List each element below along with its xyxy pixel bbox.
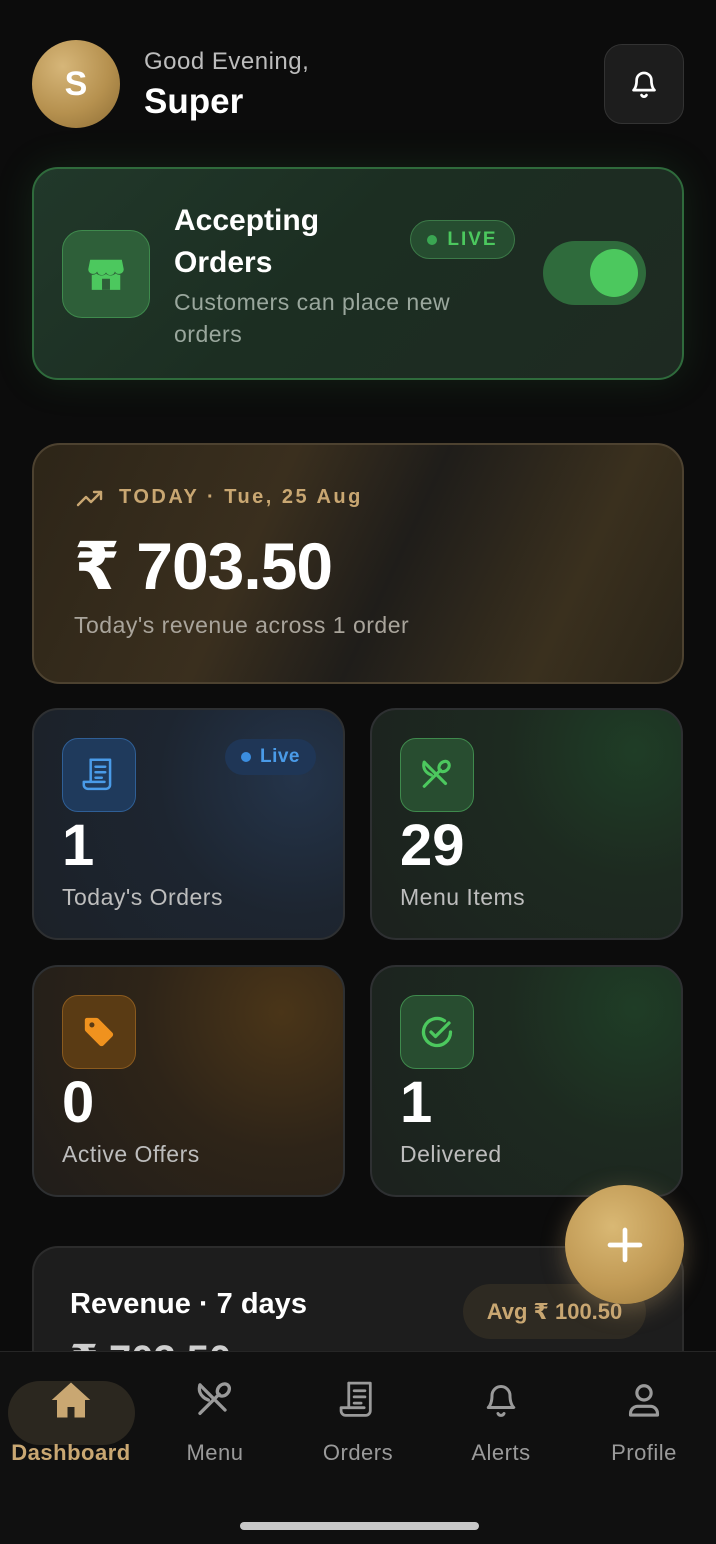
toggle-knob — [590, 249, 638, 297]
nav-item-orders[interactable]: Orders — [293, 1380, 423, 1466]
today-date-label: TODAY · Tue, 25 Aug — [119, 486, 363, 508]
bell-icon — [486, 1385, 516, 1417]
home-indicator — [240, 1522, 479, 1530]
avatar[interactable]: S — [32, 40, 120, 128]
menu-icon-container — [400, 738, 474, 812]
todays-orders-value: 1 — [62, 813, 95, 878]
nav-item-dashboard[interactable]: Dashboard — [6, 1380, 136, 1466]
store-icon — [88, 259, 124, 290]
revenue-7-days-title: Revenue · 7 days — [70, 1288, 307, 1320]
delivered-label: Delivered — [400, 1141, 502, 1167]
nav-label-menu: Menu — [186, 1440, 244, 1465]
accepting-orders-title: Accepting Orders — [174, 204, 320, 279]
avatar-initial: S — [64, 64, 88, 103]
todays-orders-label: Today's Orders — [62, 884, 223, 910]
live-dot-icon — [240, 752, 251, 762]
check-circle-icon — [421, 1016, 453, 1048]
offers-icon-container — [62, 995, 136, 1069]
plus-icon — [607, 1227, 642, 1262]
user-icon — [628, 1384, 660, 1417]
username: Super — [144, 82, 244, 121]
add-fab-button[interactable] — [565, 1185, 684, 1304]
notifications-button[interactable] — [604, 44, 684, 124]
live-dot-icon — [427, 234, 438, 245]
tag-icon — [84, 1017, 114, 1047]
today-revenue-amount: ₹ 703.50 — [74, 529, 333, 603]
orders-icon-container — [62, 738, 136, 812]
fork-spoon-icon — [422, 759, 451, 788]
nav-label-orders: Orders — [322, 1440, 394, 1465]
delivered-icon-container — [400, 995, 474, 1069]
nav-label-alerts: Alerts — [471, 1440, 531, 1465]
bell-icon — [632, 71, 656, 98]
menu-items-value: 29 — [400, 813, 465, 878]
fork-spoon-icon — [197, 1382, 232, 1415]
live-status-badge: LIVE — [410, 220, 515, 259]
orders-live-badge: Live — [225, 739, 316, 775]
nav-label-dashboard: Dashboard — [11, 1440, 131, 1465]
receipt-icon — [82, 758, 112, 791]
nav-item-alerts[interactable]: Alerts — [436, 1380, 566, 1466]
trending-up-icon — [76, 490, 103, 507]
greeting-text: Good Evening, — [144, 48, 310, 75]
menu-items-label: Menu Items — [400, 884, 526, 910]
today-revenue-caption: Today's revenue across 1 order — [74, 612, 410, 638]
nav-item-menu[interactable]: Menu — [150, 1380, 280, 1466]
nav-item-profile[interactable]: Profile — [579, 1380, 709, 1466]
receipt-icon — [339, 1381, 372, 1417]
accepting-orders-subtitle: Customers can place new orders — [174, 289, 451, 347]
active-offers-value: 0 — [62, 1070, 95, 1135]
nav-label-profile: Profile — [611, 1440, 677, 1465]
store-icon-container — [62, 230, 150, 318]
delivered-value: 1 — [400, 1070, 433, 1135]
live-status-label: LIVE — [447, 228, 498, 250]
home-icon — [51, 1382, 91, 1418]
orders-live-label: Live — [259, 746, 301, 767]
active-offers-label: Active Offers — [62, 1141, 200, 1167]
